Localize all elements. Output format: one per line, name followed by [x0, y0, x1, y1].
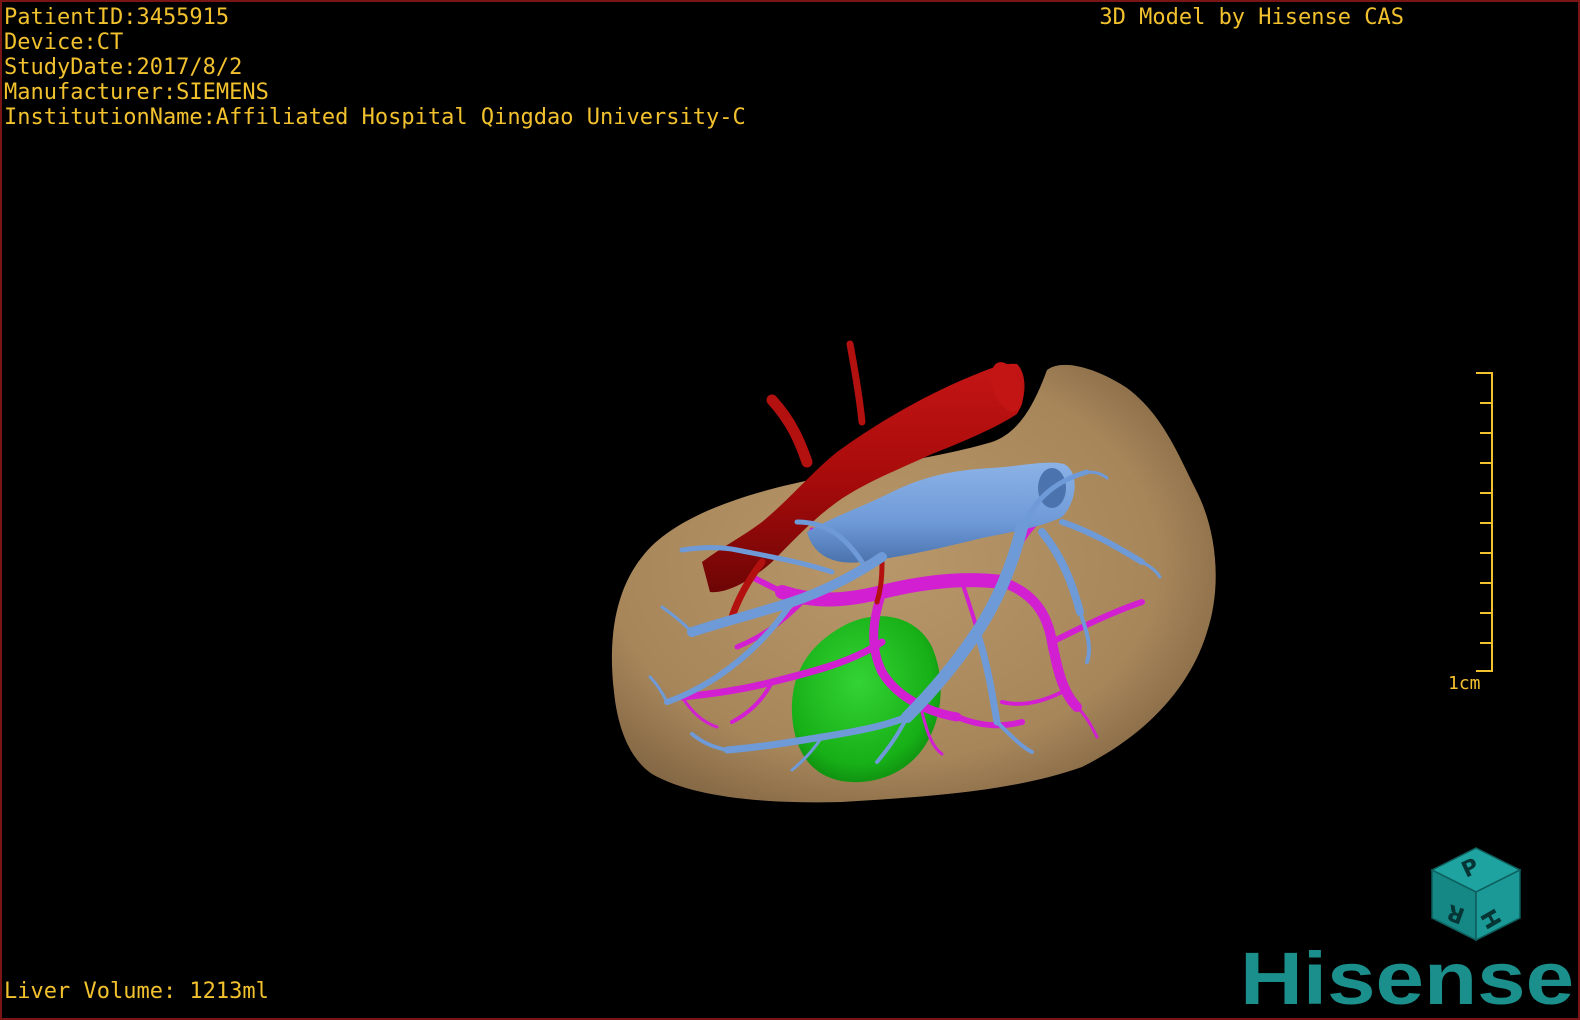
liver-3d-model[interactable]: [2, 2, 1578, 1018]
orientation-cube[interactable]: P H R: [1414, 830, 1534, 950]
scale-bar-label: 1cm: [1448, 673, 1481, 694]
scale-bar: [1476, 372, 1493, 672]
3d-viewport[interactable]: PatientID:3455915 Device:CT StudyDate:20…: [0, 0, 1580, 1020]
hisense-logo: Hisense: [1240, 942, 1574, 1018]
brand-name: Hisense: [1240, 942, 1574, 1018]
